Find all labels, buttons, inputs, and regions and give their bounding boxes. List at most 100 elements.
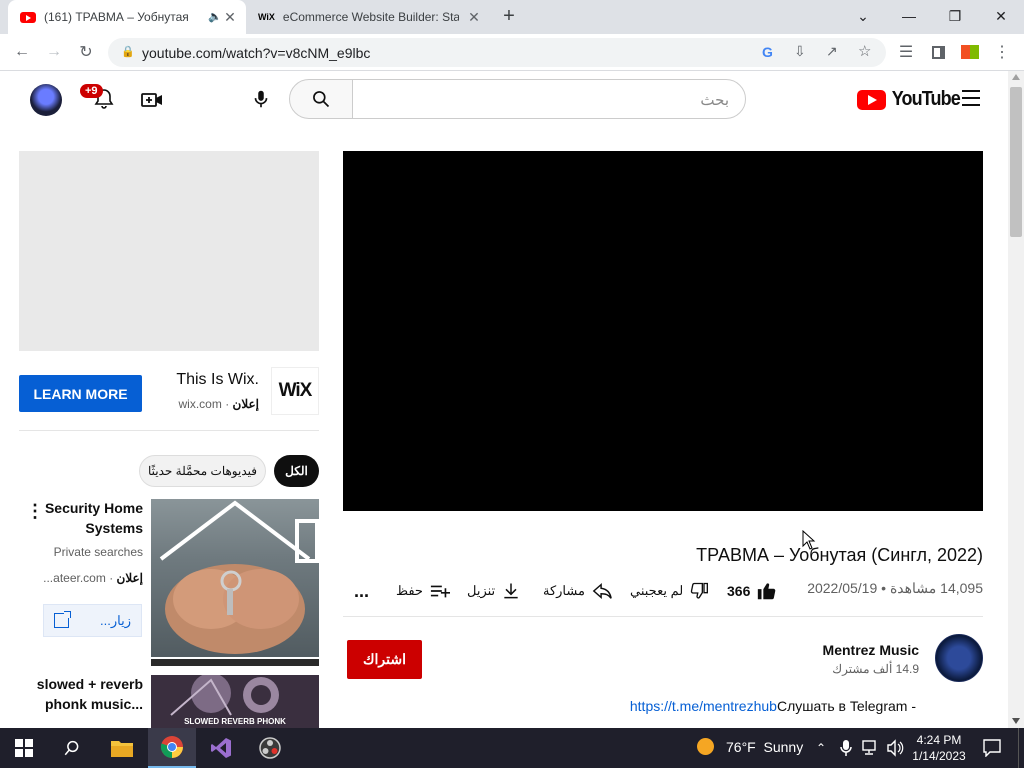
guide-menu-icon[interactable]	[962, 90, 980, 106]
profile-icon[interactable]	[958, 40, 982, 64]
search-input[interactable]: بحث	[352, 79, 746, 119]
wix-favicon-icon: WiX	[258, 12, 275, 22]
browser-tab-strip: (161) ТРАВМА – Уобнутая (С 🔈 ✕ WiX eComm…	[0, 0, 1024, 34]
forward-icon[interactable]: →	[42, 40, 66, 64]
youtube-logo[interactable]: YouTube	[857, 88, 964, 111]
url-text: youtube.com/watch?v=v8cNM_e9lbc	[142, 45, 371, 61]
youtube-favicon-icon	[20, 11, 36, 23]
windows-start-icon[interactable]	[0, 728, 48, 768]
subscribe-button[interactable]: اشتراك	[347, 640, 422, 679]
share-arrow-icon	[592, 583, 612, 599]
more-actions-button[interactable]: ...	[354, 578, 369, 604]
tab-youtube[interactable]: (161) ТРАВМА – Уобнутая (С 🔈 ✕	[8, 0, 246, 34]
channel-avatar[interactable]	[935, 634, 983, 682]
reload-icon[interactable]: ↻	[74, 40, 98, 64]
rec-ad-meta: إعلان · ateer.com...	[43, 571, 143, 585]
network-icon[interactable]	[862, 740, 880, 761]
page-scrollbar[interactable]	[1008, 71, 1024, 728]
file-explorer-icon[interactable]	[98, 728, 146, 768]
google-lens-icon[interactable]: G	[762, 44, 773, 60]
rec-title[interactable]: slowed + reverb phonk music...	[20, 674, 143, 714]
show-desktop-button[interactable]	[1018, 728, 1024, 768]
scroll-up-arrow-icon[interactable]	[1012, 74, 1020, 80]
volume-icon[interactable]	[886, 739, 904, 762]
video-info: 14,095 مشاهدة • 2022/05/19	[807, 580, 983, 596]
sun-icon	[697, 738, 714, 755]
view-count: 14,095 مشاهدة	[889, 580, 983, 596]
share-button[interactable]: مشاركة	[543, 578, 613, 604]
notification-center-icon[interactable]	[983, 739, 1001, 762]
mouse-cursor-icon	[802, 529, 816, 555]
open-external-icon	[54, 611, 71, 628]
close-tab-icon[interactable]: ✕	[466, 9, 482, 25]
download-label: تنزيل	[467, 583, 496, 598]
rec-title[interactable]: Security Home Systems	[40, 498, 143, 538]
tab-wix[interactable]: WiX eCommerce Website Builder: Sta ✕	[250, 0, 490, 34]
more-options-icon[interactable]: ⋮	[26, 502, 44, 520]
scrollbar-thumb[interactable]	[1010, 87, 1022, 237]
scroll-down-arrow-icon[interactable]	[1012, 718, 1020, 724]
side-panel-icon[interactable]	[926, 40, 950, 64]
weather-widget[interactable]: 76°F Sunny	[697, 738, 803, 755]
thumbnail[interactable]	[151, 499, 319, 666]
learn-more-button[interactable]: LEARN MORE	[19, 375, 142, 412]
ad-label: إعلان	[232, 397, 259, 411]
visual-studio-icon[interactable]	[197, 728, 245, 768]
media-control-icon[interactable]: ☰	[894, 40, 918, 64]
restore-button[interactable]: ❐	[932, 0, 978, 32]
voice-search-icon[interactable]	[250, 88, 272, 110]
search-button[interactable]	[289, 79, 353, 119]
filter-chip-recent[interactable]: فيديوهات محمَّلة حديثًا	[139, 455, 266, 487]
filter-chip-all[interactable]: الكل	[274, 455, 319, 487]
youtube-header: +9 بحث YouTube	[0, 71, 1008, 127]
download-button[interactable]: تنزيل	[467, 578, 521, 604]
minimize-button[interactable]: —	[886, 0, 932, 32]
video-player[interactable]	[343, 151, 983, 511]
search-icon[interactable]	[48, 728, 96, 768]
notification-badge: +9	[80, 84, 103, 98]
address-bar[interactable]: 🔒 youtube.com/watch?v=v8cNM_e9lbc G ⇩ ↗ …	[108, 38, 886, 67]
download-icon	[504, 583, 518, 599]
visit-site-button[interactable]: زيار...	[43, 604, 142, 637]
clock[interactable]: 4:24 PM 1/14/2023	[910, 732, 968, 764]
divider	[343, 616, 983, 617]
wix-logo[interactable]: WiX	[271, 367, 319, 415]
bookmark-star-icon[interactable]: ☆	[858, 42, 871, 60]
ad-media[interactable]	[19, 151, 319, 351]
chrome-taskbar-icon[interactable]	[148, 728, 196, 768]
lock-icon[interactable]: 🔒	[121, 45, 135, 58]
youtube-logo-text: YouTube	[891, 88, 961, 110]
channel-name[interactable]: Mentrez Music	[760, 642, 919, 658]
back-icon[interactable]: ←	[10, 40, 34, 64]
dislike-button[interactable]: لم يعجبني	[630, 578, 709, 604]
show-hidden-icons-icon[interactable]: ⌃	[816, 741, 826, 755]
install-app-icon[interactable]: ⇩	[794, 43, 806, 60]
divider	[19, 430, 319, 431]
share-icon[interactable]: ↗	[826, 43, 838, 60]
microphone-icon[interactable]	[840, 739, 852, 762]
create-video-icon[interactable]	[140, 88, 164, 112]
close-tab-icon[interactable]: ✕	[222, 9, 238, 25]
like-button[interactable]: 366	[727, 578, 778, 604]
close-window-button[interactable]: ✕	[978, 0, 1024, 32]
new-tab-button[interactable]: +	[498, 6, 520, 28]
tab-search-icon[interactable]: ⌄	[840, 0, 886, 32]
tab-title: eCommerce Website Builder: Sta	[282, 10, 459, 24]
thumbnail[interactable]: SLOWED REVERB PHONK	[151, 675, 319, 728]
save-label: حفظ	[396, 583, 423, 598]
ad-title[interactable]: This Is Wix.	[160, 371, 259, 389]
audio-playing-icon[interactable]: 🔈	[208, 10, 222, 23]
save-button[interactable]: حفظ	[396, 578, 451, 604]
thumbs-down-icon	[691, 582, 709, 599]
share-label: مشاركة	[543, 583, 585, 598]
weather-text: 76°F Sunny	[726, 738, 804, 755]
video-title: ТРАВМА – Уобнутая (Сингл, 2022)	[696, 545, 983, 565]
obs-recorder-icon[interactable]	[246, 728, 294, 768]
description-link[interactable]: https://t.me/mentrezhub	[630, 698, 777, 714]
upload-date: 2022/05/19	[807, 580, 878, 596]
clock-time: 4:24 PM	[916, 733, 962, 747]
ad-domain: wix.com	[178, 397, 222, 411]
clock-date: 1/14/2023	[912, 749, 966, 763]
avatar[interactable]	[30, 84, 62, 116]
chrome-menu-icon[interactable]: ⋮	[990, 40, 1014, 64]
